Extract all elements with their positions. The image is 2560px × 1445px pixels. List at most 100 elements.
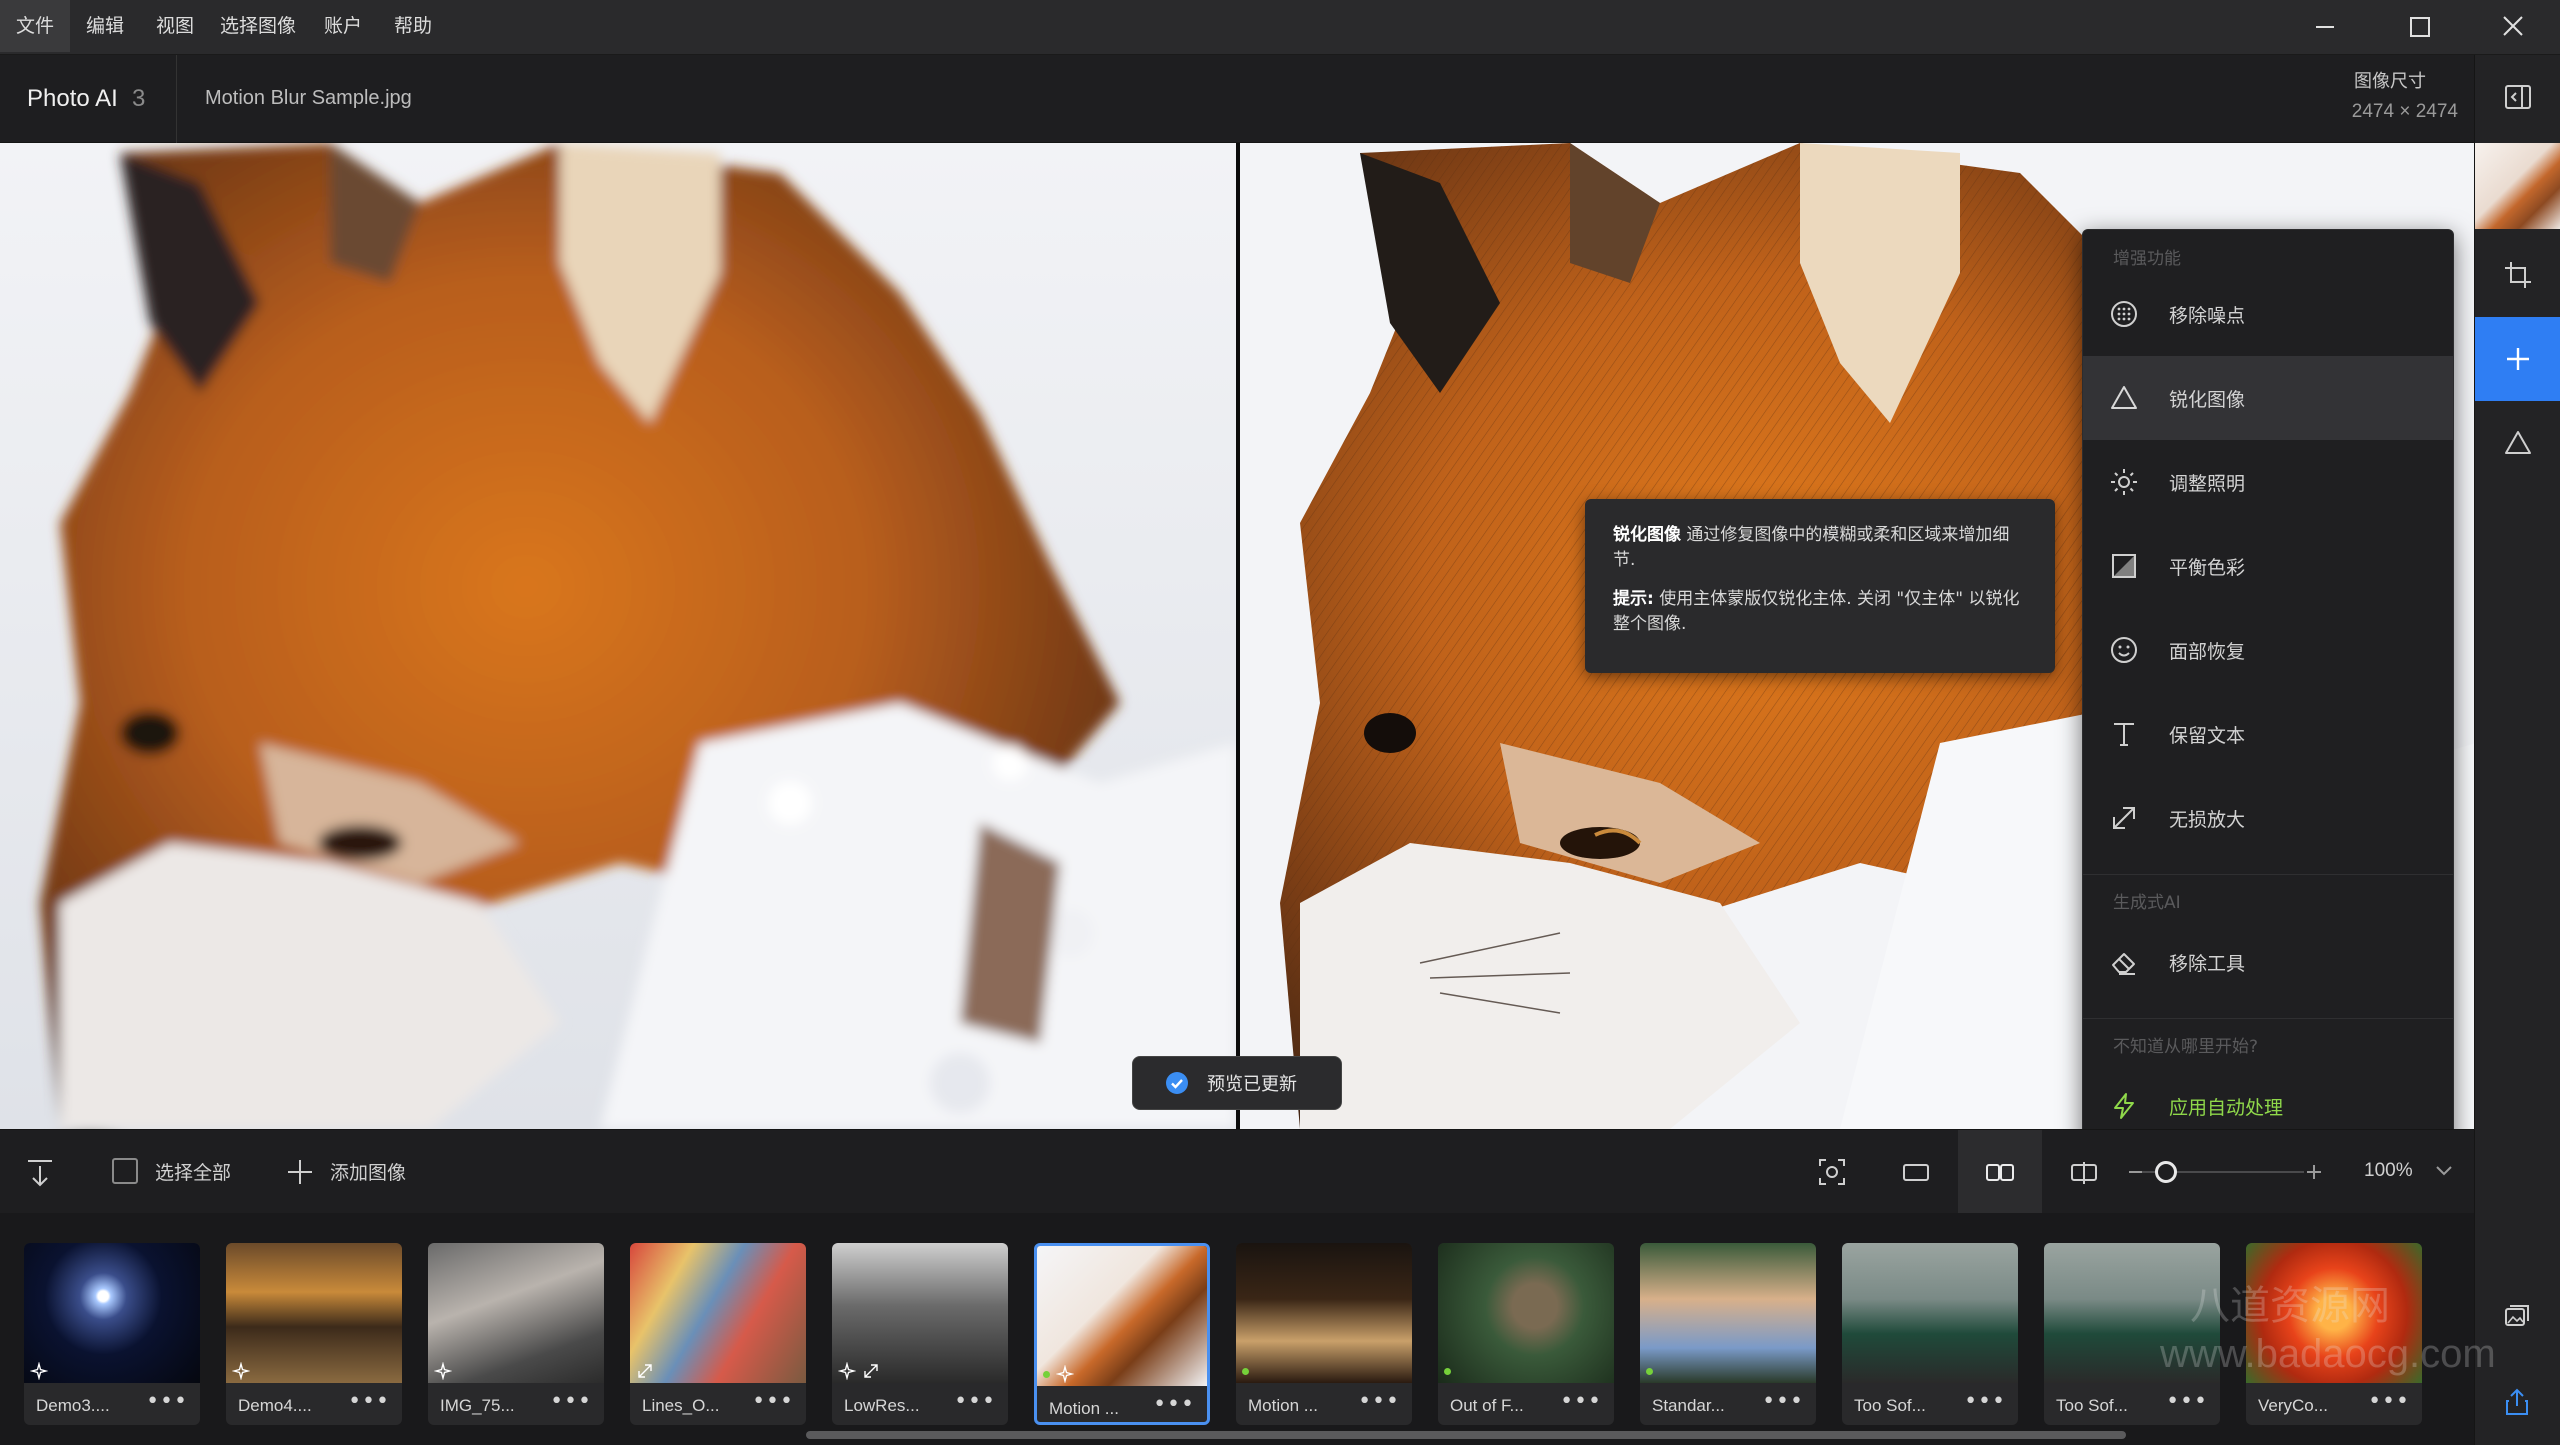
filmstrip-item[interactable]: Motion ... ••• bbox=[1236, 1243, 1412, 1425]
text-icon bbox=[2114, 723, 2134, 746]
add-image-label[interactable]: 添加图像 bbox=[330, 1158, 406, 1185]
panel-divider bbox=[2083, 1018, 2453, 1019]
enh-adjust-lighting-label: 调整照明 bbox=[2169, 472, 2246, 495]
menu-edit[interactable]: 编辑 bbox=[70, 0, 140, 52]
more-options-icon[interactable]: ••• bbox=[1560, 1389, 1602, 1414]
more-options-icon[interactable]: ••• bbox=[1358, 1389, 1400, 1414]
enh-face-recovery[interactable]: 面部恢复 bbox=[2083, 608, 2453, 692]
image-size-value: 2474 × 2474 bbox=[2351, 101, 2458, 122]
enh-upscale[interactable]: 无损放大 bbox=[2083, 776, 2453, 860]
filmstrip-thumbnail bbox=[1438, 1243, 1614, 1383]
toggle-panel-button[interactable] bbox=[2475, 55, 2560, 139]
filmstrip-item[interactable]: Standar... ••• bbox=[1640, 1243, 1816, 1425]
close-button[interactable] bbox=[2464, 0, 2560, 52]
zoom-slider-knob[interactable] bbox=[2155, 1161, 2178, 1183]
filmstrip-item[interactable]: Demo3.... ••• bbox=[24, 1243, 200, 1425]
sharpen-tool-button[interactable] bbox=[2475, 401, 2560, 485]
single-view-button[interactable] bbox=[1874, 1130, 1958, 1214]
enhance-badge-icon bbox=[232, 1362, 250, 1380]
filmstrip-item[interactable]: LowRes... ••• bbox=[832, 1243, 1008, 1425]
split-view-icon bbox=[2071, 1162, 2097, 1184]
enh-preserve-text[interactable]: 保留文本 bbox=[2083, 692, 2453, 776]
maximize-button[interactable] bbox=[2372, 0, 2468, 52]
filmstrip-item-name: Too Sof... bbox=[1854, 1396, 1926, 1415]
processed-dot bbox=[1646, 1367, 1653, 1375]
current-image-thumbnail[interactable] bbox=[2475, 143, 2560, 229]
filmstrip-item[interactable]: Demo4.... ••• bbox=[226, 1243, 402, 1425]
import-button[interactable] bbox=[24, 1157, 56, 1193]
section-generative-title: 生成式AI bbox=[2113, 893, 2181, 913]
enh-remove-tool[interactable]: 移除工具 bbox=[2083, 920, 2453, 1004]
single-view-icon bbox=[1903, 1164, 1929, 1181]
filmstrip-item-name: VeryCo... bbox=[2258, 1396, 2328, 1415]
zoom-value[interactable]: 100% bbox=[2364, 1160, 2413, 1182]
tooltip-tip-body: 使用主体蒙版仅锐化主体. 关闭 "仅主体" 以锐化整个图像. bbox=[1613, 589, 2020, 634]
filmstrip-item[interactable]: Too Sof... ••• bbox=[1842, 1243, 2018, 1425]
select-all-label[interactable]: 选择全部 bbox=[155, 1158, 231, 1185]
enh-balance-color-label: 平衡色彩 bbox=[2169, 556, 2246, 579]
image-settings-icon bbox=[2505, 1305, 2529, 1326]
filmstrip-item-name: Demo3.... bbox=[36, 1396, 110, 1415]
filmstrip: Demo3.... ••• Demo4.... ••• IMG_75... ••• Line… bbox=[0, 1213, 2474, 1445]
header-divider bbox=[176, 55, 177, 143]
add-image-button[interactable] bbox=[285, 1157, 315, 1191]
more-options-icon[interactable]: ••• bbox=[146, 1389, 188, 1414]
snapshot-button[interactable] bbox=[1790, 1130, 1874, 1214]
filmstrip-item-name: Lines_O... bbox=[642, 1396, 720, 1415]
more-options-icon[interactable]: ••• bbox=[752, 1389, 794, 1414]
more-options-icon[interactable]: ••• bbox=[1964, 1389, 2006, 1414]
more-options-icon[interactable]: ••• bbox=[348, 1389, 390, 1414]
enh-remove-tool-label: 移除工具 bbox=[2169, 952, 2246, 975]
apply-autopilot-label: 应用自动处理 bbox=[2169, 1096, 2284, 1119]
enh-adjust-lighting[interactable]: 调整照明 bbox=[2083, 440, 2453, 524]
more-options-icon[interactable]: ••• bbox=[1762, 1389, 1804, 1414]
add-enhancement-button[interactable] bbox=[2475, 317, 2560, 401]
enh-balance-color[interactable]: 平衡色彩 bbox=[2083, 524, 2453, 608]
apply-autopilot-button[interactable]: 应用自动处理 bbox=[2083, 1064, 2453, 1129]
plus-icon bbox=[2507, 348, 2529, 370]
zoom-in-button[interactable] bbox=[2304, 1162, 2324, 1186]
select-all-checkbox[interactable] bbox=[112, 1158, 138, 1184]
watermark-line2: www.badaocg.com bbox=[2160, 1332, 2496, 1376]
menu-help[interactable]: 帮助 bbox=[378, 0, 448, 52]
zoom-dropdown[interactable] bbox=[2434, 1163, 2454, 1183]
filmstrip-item[interactable]: Out of F... ••• bbox=[1438, 1243, 1614, 1425]
filmstrip-badges bbox=[1646, 1361, 1653, 1381]
menu-account[interactable]: 账户 bbox=[308, 0, 378, 52]
more-options-icon[interactable]: ••• bbox=[2166, 1389, 2208, 1414]
preview-area[interactable]: 锐化图像 通过修复图像中的模糊或柔和区域来增加细节. 提示: 使用主体蒙版仅锐化… bbox=[0, 143, 2474, 1129]
sharpen-tooltip: 锐化图像 通过修复图像中的模糊或柔和区域来增加细节. 提示: 使用主体蒙版仅锐化… bbox=[1585, 499, 2055, 673]
menu-select-image[interactable]: 选择图像 bbox=[204, 0, 312, 52]
more-options-icon[interactable]: ••• bbox=[954, 1389, 996, 1414]
filmstrip-item[interactable]: Lines_O... ••• bbox=[630, 1243, 806, 1425]
enh-sharpen[interactable]: 锐化图像 bbox=[2083, 356, 2453, 440]
filmstrip-badges bbox=[434, 1361, 452, 1381]
menu-view[interactable]: 视图 bbox=[140, 0, 210, 52]
filmstrip-scrollbar[interactable] bbox=[806, 1431, 2126, 1439]
filmstrip-item-name: Demo4.... bbox=[238, 1396, 312, 1415]
sharpen-icon bbox=[2505, 431, 2531, 454]
more-options-icon[interactable]: ••• bbox=[550, 1389, 592, 1414]
enh-remove-noise[interactable]: 移除噪点 bbox=[2083, 272, 2453, 356]
filmstrip-item-name: Motion ... bbox=[1248, 1396, 1318, 1415]
more-options-icon[interactable]: ••• bbox=[2368, 1389, 2410, 1414]
zoom-out-button[interactable] bbox=[2126, 1162, 2146, 1186]
preview-original[interactable] bbox=[0, 143, 1236, 1129]
filmstrip-item[interactable]: Motion ... ••• bbox=[1034, 1243, 1210, 1425]
minimize-icon bbox=[2316, 26, 2334, 28]
filmstrip-thumbnail bbox=[630, 1243, 806, 1383]
color-balance-icon bbox=[2112, 554, 2136, 578]
chevron-down-icon bbox=[2436, 1166, 2452, 1176]
split-view-button[interactable] bbox=[2042, 1130, 2126, 1214]
filmstrip-thumbnail bbox=[1842, 1243, 2018, 1383]
more-options-icon[interactable]: ••• bbox=[1153, 1392, 1195, 1417]
plus-icon bbox=[288, 1160, 312, 1184]
filmstrip-item[interactable]: IMG_75... ••• bbox=[428, 1243, 604, 1425]
crop-button[interactable] bbox=[2475, 233, 2560, 317]
side-by-side-view-button[interactable] bbox=[1958, 1130, 2042, 1214]
minimize-button[interactable] bbox=[2276, 0, 2372, 52]
enhance-badge-icon bbox=[434, 1362, 452, 1380]
menu-file[interactable]: 文件 bbox=[0, 0, 71, 52]
upscale-badge-icon bbox=[638, 1364, 652, 1378]
filmstrip-item-name: Motion ... bbox=[1049, 1399, 1119, 1418]
